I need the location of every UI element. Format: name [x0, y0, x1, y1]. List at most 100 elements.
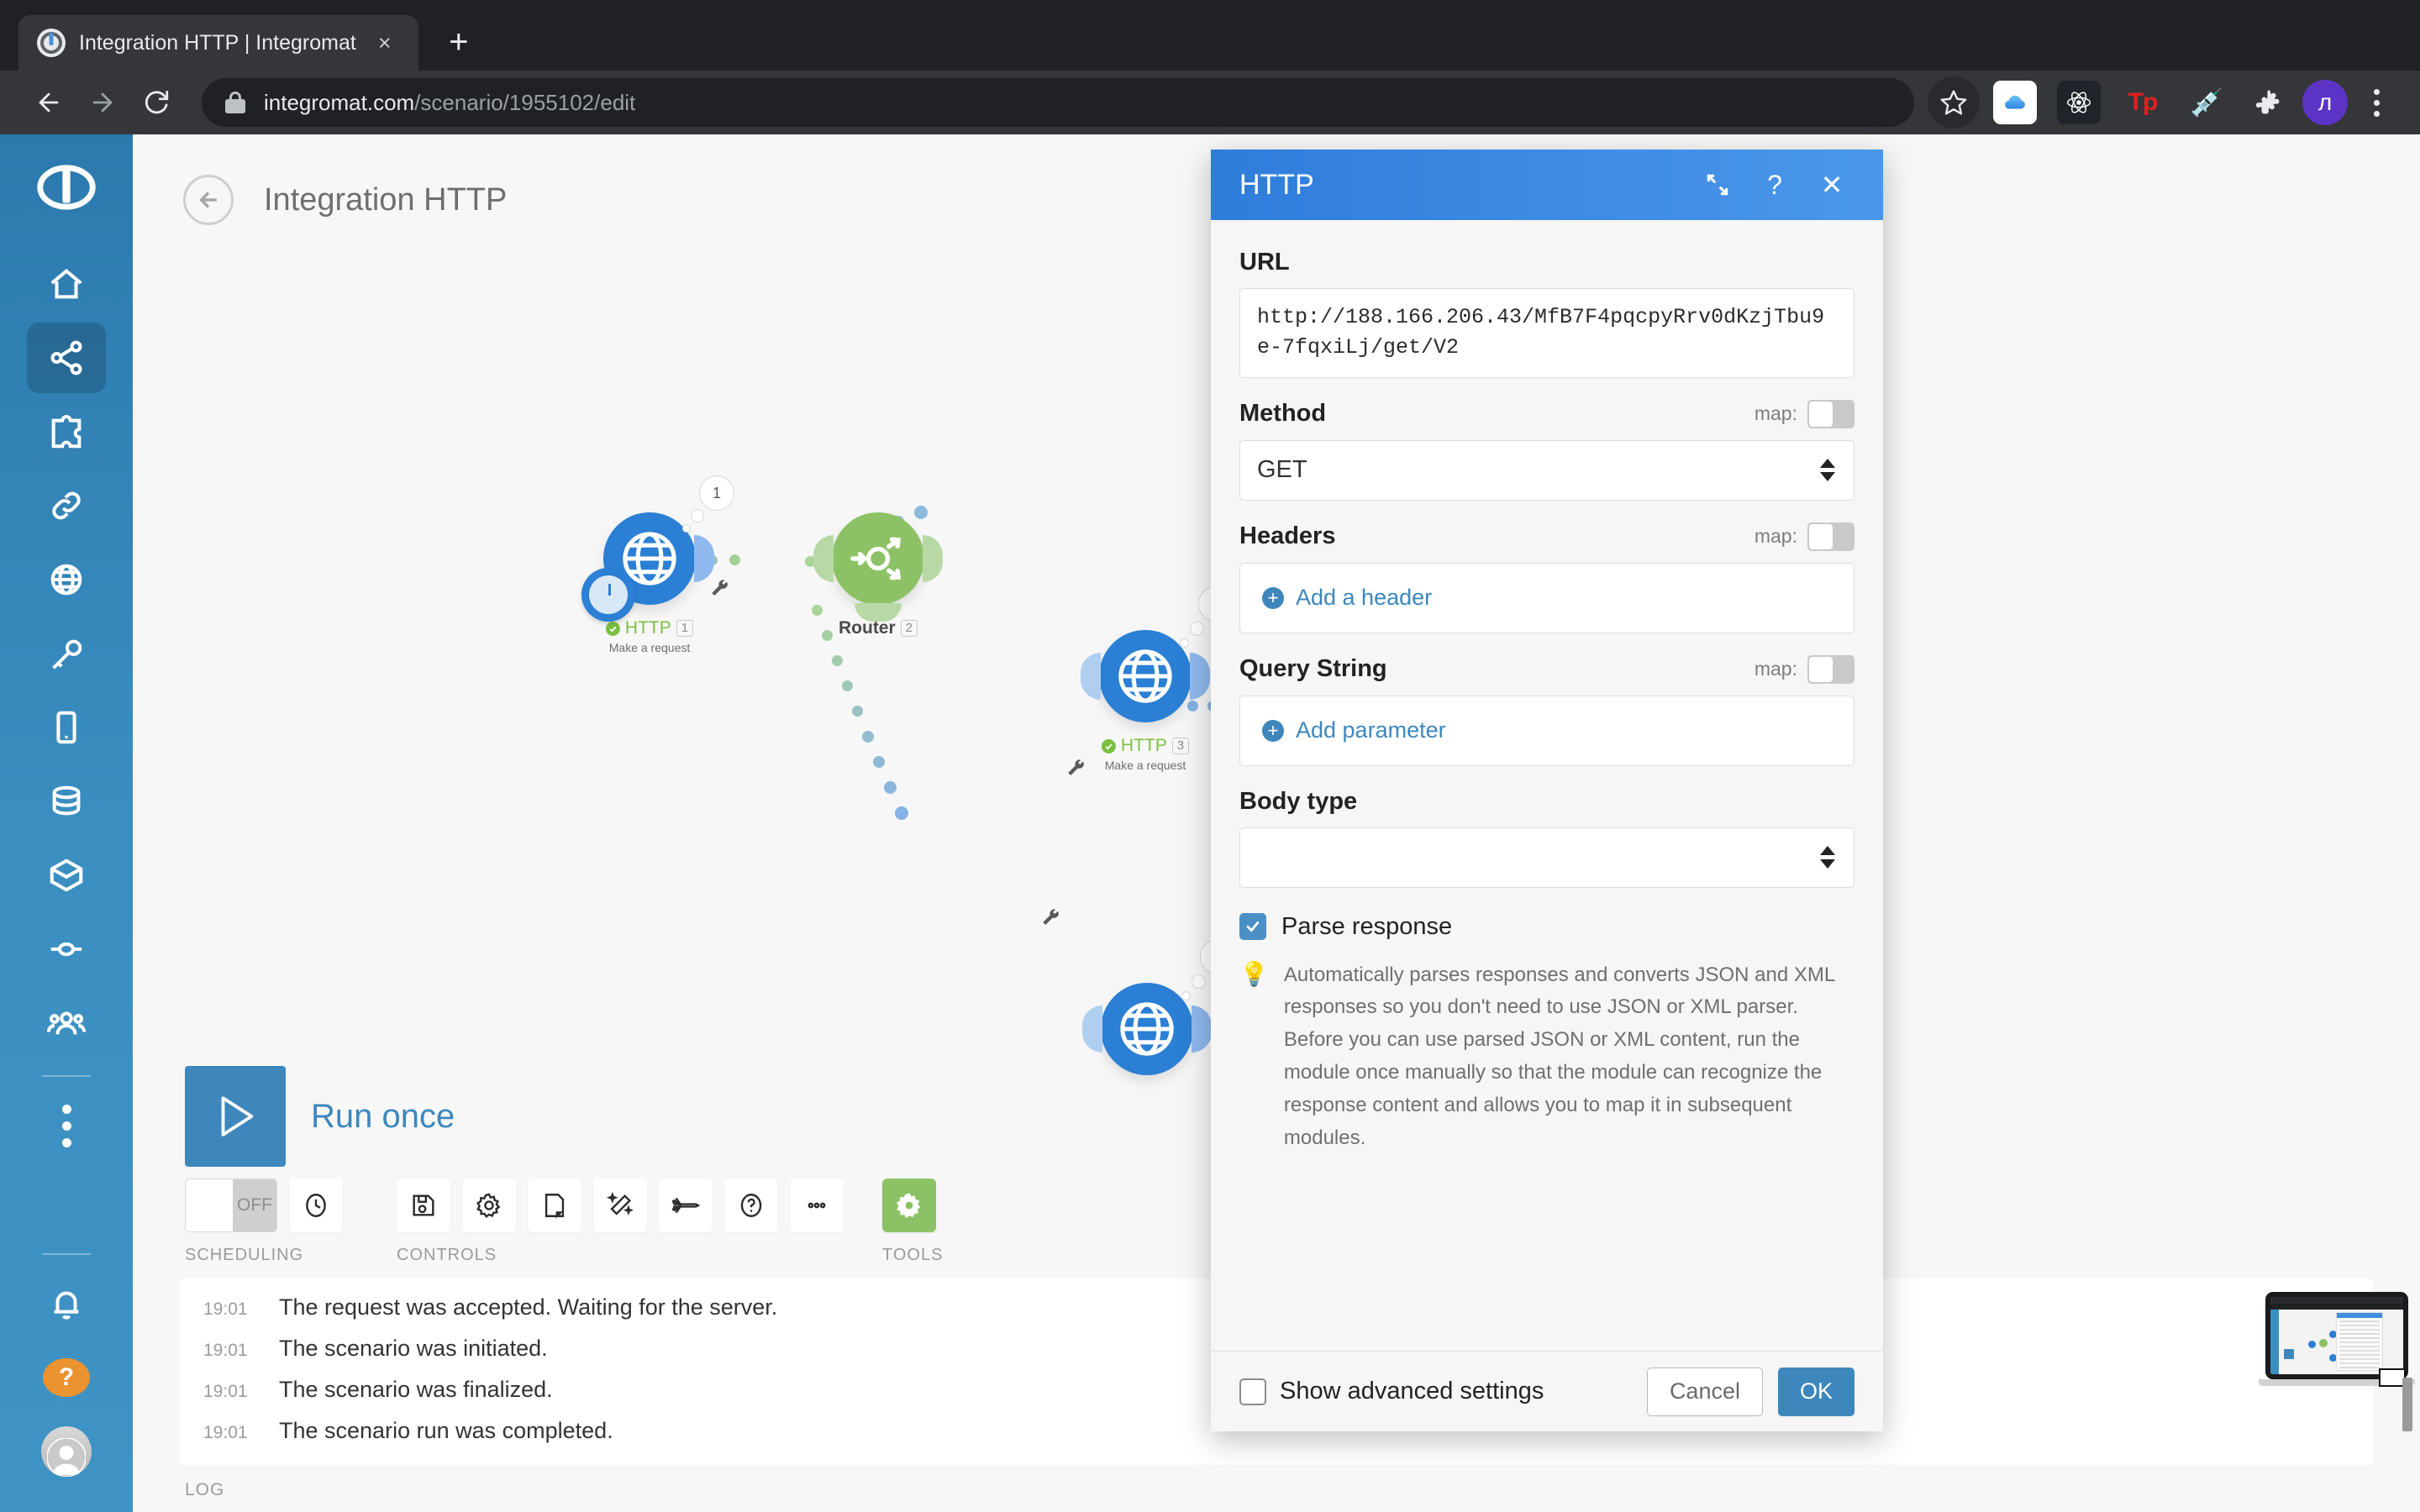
sidebar-item-account[interactable]	[27, 1416, 106, 1487]
node-icon-globe[interactable]	[1099, 630, 1192, 722]
sidebar-item-scenarios[interactable]	[27, 323, 106, 393]
flow-node-http-1[interactable]: 1 HTTP 1 Make a req	[603, 512, 696, 605]
run-once-label[interactable]: Run once	[311, 1098, 455, 1136]
url-input[interactable]: http://188.166.206.43/MfB7F4pqcpyRrv0dKz…	[1239, 288, 1854, 378]
sidebar-item-templates[interactable]	[27, 396, 106, 467]
app-sidebar: ?	[0, 134, 133, 1512]
more-button[interactable]	[790, 1179, 844, 1232]
sidebar-item-more[interactable]	[27, 1090, 106, 1161]
body-type-select[interactable]	[1239, 827, 1854, 888]
node-icon-router[interactable]	[832, 512, 924, 605]
wrench-icon[interactable]	[709, 578, 731, 600]
react-devtools-extension-icon[interactable]	[2057, 81, 2101, 124]
map-label: map:	[1754, 525, 1797, 548]
sidebar-item-home[interactable]	[27, 249, 106, 319]
home-icon	[47, 265, 86, 303]
parse-response-checkbox[interactable]	[1239, 913, 1266, 940]
new-tab-button[interactable]: +	[434, 17, 484, 67]
scheduling-group-title: SCHEDULING	[185, 1246, 343, 1265]
sidebar-item-keys[interactable]	[27, 618, 106, 689]
flow-node-http-3[interactable]: 1 HTTP 3 Make a request	[1099, 630, 1192, 722]
parse-response-label: Parse response	[1281, 913, 1452, 941]
log-caption: LOG	[133, 1465, 2420, 1512]
tools-button[interactable]	[882, 1179, 936, 1232]
star-icon[interactable]	[1928, 76, 1980, 129]
check-icon	[606, 622, 620, 636]
sidebar-item-webhooks[interactable]	[27, 544, 106, 615]
show-advanced-settings-checkbox[interactable]	[1239, 1378, 1266, 1405]
add-parameter-button[interactable]: + Add parameter	[1239, 696, 1854, 766]
sidebar-item-help[interactable]: ?	[27, 1342, 106, 1413]
parse-response-hint: 💡 Automatically parses responses and con…	[1239, 959, 1854, 1155]
url-field-group: URL http://188.166.206.43/MfB7F4pqcpyRrv…	[1239, 249, 1854, 378]
run-once-button[interactable]	[185, 1066, 286, 1167]
node-label: HTTP 3 Make a request	[1102, 736, 1189, 772]
forward-arrow-icon[interactable]	[76, 76, 129, 129]
clock-icon	[302, 1191, 330, 1220]
scheduling-clock-button[interactable]	[289, 1179, 343, 1232]
back-arrow-icon[interactable]	[22, 76, 76, 129]
wrench-icon[interactable]	[1040, 907, 1062, 929]
help-button[interactable]	[724, 1179, 778, 1232]
query-string-map-toggle[interactable]	[1807, 655, 1854, 684]
flow-node-http-4[interactable]: 1 HTTP 4 Make a request	[1101, 983, 1193, 1075]
integromat-logo[interactable]	[35, 156, 97, 218]
flow-node-router-2[interactable]: Router 2	[832, 512, 924, 605]
save-button[interactable]	[397, 1179, 450, 1232]
page-scrollbar-thumb[interactable]	[2402, 1378, 2412, 1431]
sidebar-item-data-structures[interactable]	[27, 840, 106, 911]
plus-icon: +	[1262, 587, 1284, 609]
reload-icon[interactable]	[129, 76, 183, 129]
sidebar-item-notifications[interactable]	[27, 1268, 106, 1339]
browser-tab[interactable]: Integration HTTP | Integromat ×	[18, 15, 418, 71]
sidebar-item-data-stores[interactable]	[27, 766, 106, 837]
close-icon[interactable]: ✕	[1809, 162, 1854, 207]
address-bar[interactable]: integromat.com/scenario/1955102/edit	[202, 78, 1914, 127]
sidebar-item-teams[interactable]	[27, 988, 106, 1058]
ellipsis-icon	[802, 1191, 831, 1220]
settings-button[interactable]	[462, 1179, 516, 1232]
browser-toolbar: integromat.com/scenario/1955102/edit Tp …	[0, 71, 2420, 134]
sidebar-divider-1	[42, 1075, 91, 1077]
dialog-footer: Show advanced settings Cancel OK	[1211, 1351, 1883, 1431]
hint-text: Automatically parses responses and conve…	[1284, 959, 1854, 1155]
notes-button[interactable]	[528, 1179, 581, 1232]
parse-response-row[interactable]: Parse response	[1239, 913, 1854, 941]
puzzle-extensions-icon[interactable]	[2249, 81, 2292, 124]
cloud-extension-icon[interactable]	[1993, 81, 2037, 124]
floppy-disk-icon	[409, 1191, 438, 1220]
headers-map-toggle[interactable]	[1807, 522, 1854, 551]
node-operations-badge: 1	[699, 475, 734, 511]
log-time: 19:01	[203, 1423, 255, 1443]
scheduling-clock-badge	[581, 568, 635, 622]
wrench-icon[interactable]	[1065, 758, 1087, 780]
profile-avatar[interactable]: л	[2302, 80, 2348, 125]
http-module-dialog: HTTP ? ✕ URL http://188.166.206.43/MfB7F…	[1211, 150, 1883, 1431]
syringe-extension-icon[interactable]: 💉	[2185, 81, 2228, 124]
scheduling-toggle[interactable]: OFF	[185, 1179, 277, 1232]
chevron-updown-icon	[1820, 459, 1835, 481]
dialog-body: URL http://188.166.206.43/MfB7F4pqcpyRrv…	[1211, 220, 1883, 1351]
method-select[interactable]: GET	[1239, 440, 1854, 501]
log-message: The scenario was finalized.	[279, 1377, 553, 1403]
expand-icon[interactable]	[1695, 162, 1740, 207]
explore-button[interactable]	[659, 1179, 713, 1232]
auto-align-button[interactable]	[593, 1179, 647, 1232]
tp-extension-icon[interactable]: Tp	[2121, 81, 2165, 124]
sidebar-item-functions[interactable]	[27, 914, 106, 984]
add-header-button[interactable]: + Add a header	[1239, 563, 1854, 633]
picture-in-picture-video[interactable]	[2265, 1292, 2408, 1389]
log-message: The request was accepted. Waiting for th…	[279, 1294, 777, 1320]
bell-icon	[47, 1284, 86, 1323]
show-advanced-settings-row[interactable]: Show advanced settings	[1239, 1378, 1632, 1405]
sidebar-item-connections[interactable]	[27, 470, 106, 541]
node-icon-globe[interactable]	[1101, 983, 1193, 1075]
method-map-toggle[interactable]	[1807, 400, 1854, 428]
cancel-button[interactable]: Cancel	[1647, 1368, 1763, 1416]
kebab-menu-icon[interactable]	[2354, 78, 2398, 127]
ok-button[interactable]: OK	[1778, 1368, 1854, 1416]
close-icon[interactable]: ×	[370, 28, 400, 58]
show-advanced-settings-label: Show advanced settings	[1280, 1378, 1544, 1405]
sidebar-item-devices[interactable]	[27, 692, 106, 763]
question-mark-icon[interactable]: ?	[1752, 162, 1797, 207]
